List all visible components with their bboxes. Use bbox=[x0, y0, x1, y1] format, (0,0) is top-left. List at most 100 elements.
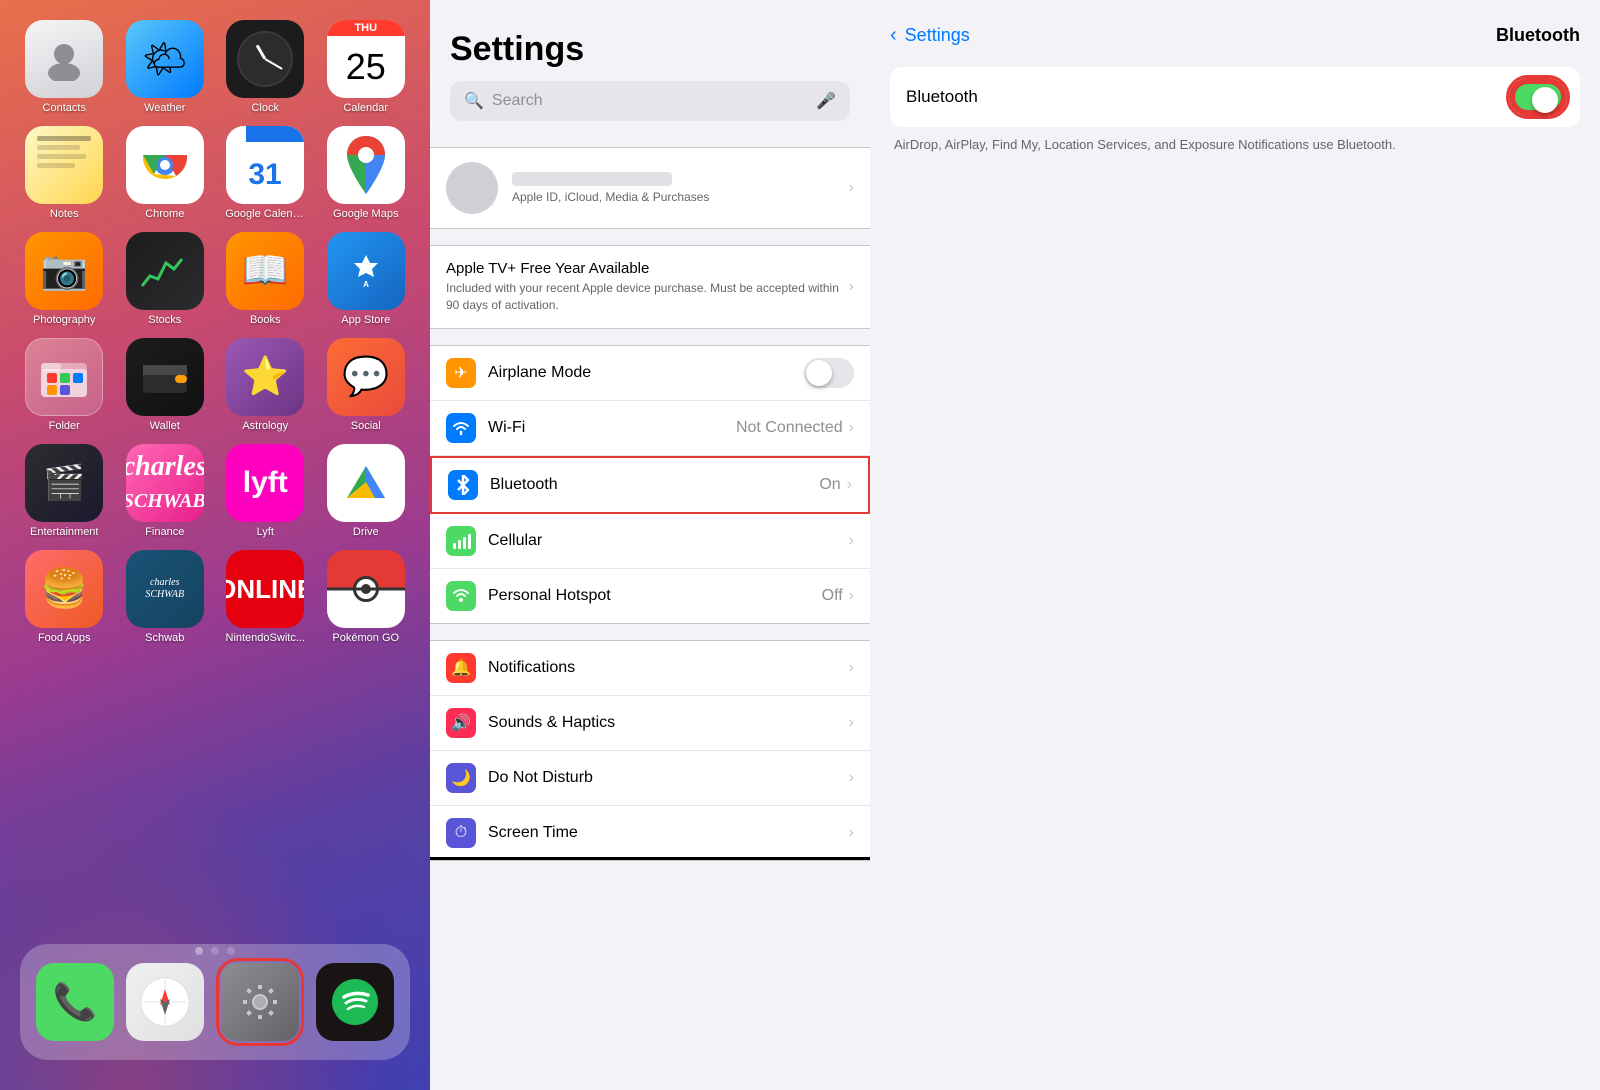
app-calendar[interactable]: THU 25 Calendar bbox=[320, 20, 413, 114]
wifi-chevron: › bbox=[849, 419, 854, 437]
wifi-label: Wi-Fi bbox=[488, 419, 736, 437]
settings-content: Apple ID, iCloud, Media & Purchases › Ap… bbox=[430, 131, 870, 1090]
app-label-calendar: Calendar bbox=[343, 102, 388, 114]
app-label-pokemon: Pokémon GO bbox=[332, 632, 399, 644]
settings-row-bluetooth[interactable]: Bluetooth On › bbox=[430, 456, 870, 514]
dock-phone[interactable]: 📞 bbox=[36, 963, 114, 1041]
app-nintendo[interactable]: ONLINE NintendoSwitc... bbox=[219, 550, 312, 644]
airplane-toggle[interactable] bbox=[804, 358, 854, 388]
app-label-entertainment: Entertainment bbox=[30, 526, 98, 538]
sounds-icon: 🔊 bbox=[446, 708, 476, 738]
app-label-gmaps: Google Maps bbox=[333, 208, 398, 220]
cellular-icon bbox=[446, 526, 476, 556]
app-chrome[interactable]: Chrome bbox=[119, 126, 212, 220]
screentime-chevron: › bbox=[849, 824, 854, 842]
dock-settings[interactable] bbox=[216, 958, 304, 1046]
app-social[interactable]: 💬 Social bbox=[320, 338, 413, 432]
settings-row-airplane[interactable]: ✈ Airplane Mode bbox=[430, 346, 870, 401]
search-bar[interactable]: 🔍 Search 🎤 bbox=[450, 81, 850, 121]
bluetooth-row-value: On bbox=[819, 476, 840, 494]
iphone-homescreen: Contacts 🌤 Weather Clock THU 25 Calendar bbox=[0, 0, 430, 1090]
app-stocks[interactable]: Stocks bbox=[119, 232, 212, 326]
settings-row-dnd[interactable]: 🌙 Do Not Disturb › bbox=[430, 751, 870, 806]
app-pokemon[interactable]: Pokémon GO bbox=[320, 550, 413, 644]
dock: 📞 bbox=[20, 944, 410, 1060]
app-label-foodapps: Food Apps bbox=[38, 632, 91, 644]
app-label-finance: Finance bbox=[145, 526, 184, 538]
app-astrology[interactable]: ⭐ Astrology bbox=[219, 338, 312, 432]
dnd-icon: 🌙 bbox=[446, 763, 476, 793]
bluetooth-nav: ‹ Settings Bluetooth bbox=[870, 0, 1600, 57]
app-weather[interactable]: 🌤 Weather bbox=[119, 20, 212, 114]
app-gcalendar[interactable]: 31 Google Calendar bbox=[219, 126, 312, 220]
svg-text:31: 31 bbox=[249, 158, 282, 191]
bluetooth-toggle-row[interactable]: Bluetooth bbox=[890, 67, 1580, 127]
bluetooth-row-chevron: › bbox=[847, 476, 852, 494]
promo-chevron: › bbox=[849, 278, 854, 296]
app-label-lyft: Lyft bbox=[257, 526, 274, 538]
app-gmaps[interactable]: Google Maps bbox=[320, 126, 413, 220]
settings-row-screentime[interactable]: ⏱ Screen Time › bbox=[430, 806, 870, 860]
app-lyft[interactable]: lyft Lyft bbox=[219, 444, 312, 538]
settings-row-cellular[interactable]: Cellular › bbox=[430, 514, 870, 569]
hotspot-value: Off bbox=[822, 587, 843, 605]
dnd-chevron: › bbox=[849, 769, 854, 787]
notifications-icon: 🔔 bbox=[446, 653, 476, 683]
app-finance[interactable]: charlesSCHWAB Finance bbox=[119, 444, 212, 538]
notifications-settings-group: 🔔 Notifications › 🔊 Sounds & Haptics › 🌙… bbox=[430, 640, 870, 861]
promo-banner[interactable]: Apple TV+ Free Year Available Included w… bbox=[430, 245, 870, 329]
promo-sub: Included with your recent Apple device p… bbox=[446, 280, 849, 314]
hotspot-icon bbox=[446, 581, 476, 611]
search-icon: 🔍 bbox=[464, 91, 484, 111]
back-label[interactable]: Settings bbox=[905, 25, 970, 46]
settings-row-notifications[interactable]: 🔔 Notifications › bbox=[430, 641, 870, 696]
back-arrow-icon: ‹ bbox=[890, 24, 897, 47]
app-drive[interactable]: Drive bbox=[320, 444, 413, 538]
app-label-chrome: Chrome bbox=[145, 208, 184, 220]
bluetooth-description: AirDrop, AirPlay, Find My, Location Serv… bbox=[890, 135, 1580, 155]
settings-panel: Settings 🔍 Search 🎤 Apple ID, iCloud, Me… bbox=[430, 0, 870, 1090]
app-entertainment[interactable]: 🎬 Entertainment bbox=[18, 444, 111, 538]
app-foodapps[interactable]: 🍔 Food Apps bbox=[18, 550, 111, 644]
dock-spotify[interactable] bbox=[316, 963, 394, 1041]
dock-safari[interactable] bbox=[126, 963, 204, 1041]
app-label-photography: Photography bbox=[33, 314, 95, 326]
settings-row-sounds[interactable]: 🔊 Sounds & Haptics › bbox=[430, 696, 870, 751]
apple-id-row[interactable]: Apple ID, iCloud, Media & Purchases › bbox=[430, 147, 870, 229]
settings-title: Settings bbox=[450, 30, 850, 69]
hotspot-chevron: › bbox=[849, 587, 854, 605]
app-label-drive: Drive bbox=[353, 526, 379, 538]
screentime-underline bbox=[430, 857, 870, 860]
app-clock[interactable]: Clock bbox=[219, 20, 312, 114]
wifi-icon bbox=[446, 413, 476, 443]
app-label-books: Books bbox=[250, 314, 281, 326]
bluetooth-page-title: Bluetooth bbox=[1496, 25, 1580, 46]
mic-icon: 🎤 bbox=[816, 91, 836, 111]
airplane-icon: ✈ bbox=[446, 358, 476, 388]
app-schwab[interactable]: charlesSCHWAB Schwab bbox=[119, 550, 212, 644]
app-folder[interactable]: Folder bbox=[18, 338, 111, 432]
app-books[interactable]: 📖 Books bbox=[219, 232, 312, 326]
bluetooth-toggle[interactable] bbox=[1512, 81, 1564, 113]
sounds-label: Sounds & Haptics bbox=[488, 714, 849, 732]
dnd-label: Do Not Disturb bbox=[488, 769, 849, 787]
settings-header: Settings 🔍 Search 🎤 bbox=[430, 0, 870, 131]
app-label-contacts: Contacts bbox=[43, 102, 86, 114]
app-photography[interactable]: 📷 Photography bbox=[18, 232, 111, 326]
app-label-stocks: Stocks bbox=[148, 314, 181, 326]
network-settings-group: ✈ Airplane Mode Wi-Fi Not Connected › bbox=[430, 345, 870, 624]
apple-id-name-blur bbox=[512, 172, 672, 186]
search-input[interactable]: Search bbox=[492, 92, 808, 110]
promo-text: Apple TV+ Free Year Available Included w… bbox=[446, 260, 849, 314]
app-label-gcalendar: Google Calendar bbox=[225, 208, 305, 220]
app-label-clock: Clock bbox=[251, 102, 279, 114]
settings-row-wifi[interactable]: Wi-Fi Not Connected › bbox=[430, 401, 870, 456]
hotspot-label: Personal Hotspot bbox=[488, 587, 822, 605]
app-label-appstore: App Store bbox=[341, 314, 390, 326]
app-label-weather: Weather bbox=[144, 102, 185, 114]
app-notes[interactable]: Notes bbox=[18, 126, 111, 220]
app-wallet[interactable]: Wallet bbox=[119, 338, 212, 432]
app-contacts[interactable]: Contacts bbox=[18, 20, 111, 114]
app-appstore[interactable]: A App Store bbox=[320, 232, 413, 326]
settings-row-hotspot[interactable]: Personal Hotspot Off › bbox=[430, 569, 870, 623]
